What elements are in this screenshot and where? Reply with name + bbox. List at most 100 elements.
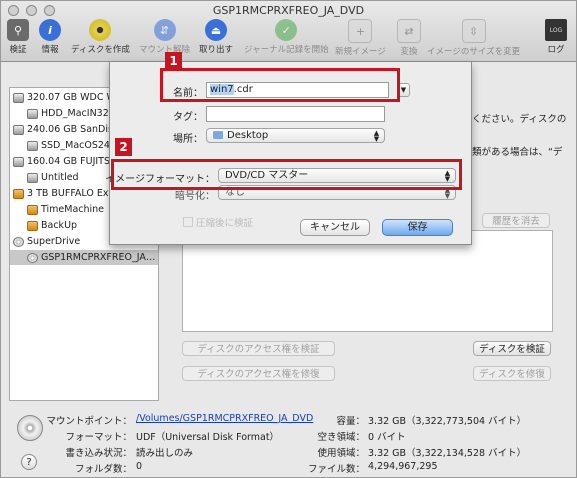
toolbar-new-image[interactable]: + 新規イメージ bbox=[335, 19, 386, 57]
callout-box-1 bbox=[160, 68, 400, 102]
sidebar-item-volume[interactable]: TimeMachine bbox=[27, 202, 104, 217]
results-list bbox=[182, 230, 553, 332]
verify-permissions-button[interactable]: ディスクのアクセス権を検証 bbox=[182, 341, 335, 356]
info-value: 0 バイト bbox=[368, 432, 406, 443]
title-bar: GSP1RMCPRXFREO_JA_DVD ⚲ 検証 i 情報 ディスクを作成 … bbox=[1, 1, 576, 62]
volume-icon bbox=[27, 108, 38, 119]
sidebar-item-volume[interactable]: Untitled bbox=[27, 170, 79, 185]
tags-label: タグ： bbox=[173, 112, 203, 123]
clear-history-button[interactable]: 履歴を消去 bbox=[482, 213, 550, 228]
repair-permissions-button[interactable]: ディスクのアクセス権を修復 bbox=[182, 366, 335, 381]
disk-utility-window: GSP1RMCPRXFREO_JA_DVD ⚲ 検証 i 情報 ディスクを作成 … bbox=[0, 0, 577, 478]
convert-icon: ⇄ bbox=[397, 19, 421, 43]
sidebar-item-label: Untitled bbox=[41, 172, 79, 183]
hard-drive-icon bbox=[13, 124, 24, 135]
sidebar-item-volume[interactable]: BackUp bbox=[27, 218, 77, 233]
toolbar-info[interactable]: i 情報 bbox=[39, 19, 61, 55]
disk-info-panel: ? マウントポイント： /Volumes/GSP1RMCPRXFREO_JA_D… bbox=[1, 401, 576, 477]
info-value: 3.32 GB（3,322,773,504 バイト） bbox=[368, 416, 527, 427]
disc-icon bbox=[17, 415, 43, 441]
tags-input[interactable] bbox=[206, 106, 385, 122]
info-label: ファイル数： bbox=[307, 464, 365, 475]
toolbar-label: ディスクを作成 bbox=[71, 45, 130, 55]
volume-icon bbox=[27, 172, 38, 183]
repair-disk-button[interactable]: ディスクを修復 bbox=[473, 366, 551, 381]
info-label: 空き領域： bbox=[317, 432, 365, 443]
toolbar-journal[interactable]: ✓ ジャーナル記録を開始 bbox=[244, 19, 329, 55]
info-value: UDF（Universal Disk Format） bbox=[136, 432, 280, 443]
verify-after-compress-checkbox[interactable]: 圧縮後に検証 bbox=[183, 215, 253, 229]
cancel-button[interactable]: キャンセル bbox=[300, 219, 370, 236]
sidebar-item-label: SuperDrive bbox=[27, 236, 81, 247]
toolbar-label: 変換 bbox=[400, 47, 418, 57]
toolbar-unmount[interactable]: ⇵ マウント解除 bbox=[139, 19, 190, 55]
radiation-disc-icon bbox=[89, 19, 112, 41]
toolbar-log[interactable]: LOG ログ bbox=[545, 19, 567, 55]
sidebar-item-drive[interactable]: 3 TB BUFFALO Ext… bbox=[13, 186, 122, 201]
callout-box-2 bbox=[111, 159, 462, 190]
updown-arrows-icon: ▲ ▼ bbox=[373, 129, 380, 143]
location-popup[interactable]: Desktop ▲ ▼ bbox=[206, 128, 385, 143]
sidebar-item-drive[interactable]: 240.06 GB SanDis… bbox=[13, 122, 122, 137]
checkbox-box bbox=[183, 217, 193, 227]
sidebar-item-label: BackUp bbox=[41, 220, 78, 231]
toolbar-label: ログ bbox=[547, 45, 565, 55]
sidebar-item-superdrive[interactable]: SuperDrive bbox=[13, 234, 80, 249]
toolbar-convert[interactable]: ⇄ 変換 bbox=[397, 19, 421, 57]
toolbar-label: 取り出す bbox=[199, 45, 234, 55]
hard-drive-icon bbox=[13, 156, 24, 167]
hard-drive-icon bbox=[13, 92, 24, 103]
info-value: 4,294,967,295 bbox=[368, 461, 438, 472]
external-volume-icon bbox=[27, 220, 38, 231]
sidebar-item-label: 3 TB BUFFALO Ext… bbox=[27, 188, 122, 199]
new-image-icon: + bbox=[348, 19, 373, 43]
external-drive-icon bbox=[13, 188, 24, 199]
optical-drive-icon bbox=[13, 236, 24, 247]
toolbar-label: ジャーナル記録を開始 bbox=[244, 45, 329, 55]
toolbar: ⚲ 検証 i 情報 ディスクを作成 ⇵ マウント解除 ⏏ 取り出す ✓ ジャーナ… bbox=[1, 19, 576, 61]
toolbar-label: 情報 bbox=[41, 45, 59, 55]
info-value: 3.32 GB（3,322,134,528 バイト） bbox=[368, 448, 527, 459]
location-label: 場所： bbox=[173, 134, 203, 145]
info-label: フォルダ数： bbox=[74, 464, 132, 475]
toolbar-label: 検証 bbox=[9, 45, 27, 55]
info-label: フォーマット： bbox=[65, 432, 132, 443]
microscope-icon: ⚲ bbox=[7, 19, 29, 41]
sidebar-item-label: GSP1RMCPRXFREO_JA… bbox=[41, 252, 156, 263]
toolbar-burn[interactable]: ディスクを作成 bbox=[71, 19, 130, 55]
help-button[interactable]: ? bbox=[21, 454, 37, 470]
toolbar-verify[interactable]: ⚲ 検証 bbox=[7, 19, 29, 55]
disc-icon bbox=[27, 252, 38, 263]
toolbar-label: 新規イメージ bbox=[335, 47, 386, 57]
location-value: Desktop bbox=[227, 130, 269, 141]
info-label: 容量： bbox=[336, 416, 365, 427]
info-label: 書き込み状況： bbox=[65, 448, 132, 459]
toolbar-resize-image[interactable]: ⇳ イメージのサイズを変更 bbox=[427, 19, 520, 57]
sidebar-item-label: TimeMachine bbox=[41, 204, 105, 215]
eject-icon: ⏏ bbox=[205, 19, 227, 41]
window-title: GSP1RMCPRXFREO_JA_DVD bbox=[212, 4, 365, 17]
log-icon: LOG bbox=[545, 19, 567, 41]
save-button[interactable]: 保存 bbox=[382, 219, 453, 236]
volume-icon bbox=[27, 140, 38, 151]
info-value: 0 bbox=[136, 461, 143, 472]
callout-badge-2: 2 bbox=[115, 138, 132, 156]
journal-icon: ✓ bbox=[275, 19, 298, 41]
folder-icon bbox=[213, 131, 223, 139]
sidebar-item-disc-selected[interactable]: GSP1RMCPRXFREO_JA… bbox=[10, 250, 158, 265]
mount-point-link[interactable]: /Volumes/GSP1RMCPRXFREO_JA_DVD bbox=[136, 413, 313, 424]
instruction-text-line2: 類がある場合は、“デ bbox=[472, 147, 563, 158]
info-value: 読み出しのみ bbox=[136, 448, 194, 459]
verify-disk-button[interactable]: ディスクを検証 bbox=[473, 341, 551, 356]
external-volume-icon bbox=[27, 204, 38, 215]
toolbar-label: イメージのサイズを変更 bbox=[427, 47, 521, 57]
checkbox-label: 圧縮後に検証 bbox=[196, 218, 254, 229]
instruction-text-line1: ください。ディスクの bbox=[472, 114, 567, 125]
resize-image-icon: ⇳ bbox=[461, 19, 486, 43]
info-icon: i bbox=[39, 19, 61, 41]
unmount-icon: ⇵ bbox=[153, 19, 176, 41]
info-label: 使用領域： bbox=[317, 448, 365, 459]
toolbar-eject[interactable]: ⏏ 取り出す bbox=[199, 19, 233, 55]
callout-badge-1: 1 bbox=[165, 52, 182, 70]
info-label: マウントポイント： bbox=[46, 416, 132, 427]
